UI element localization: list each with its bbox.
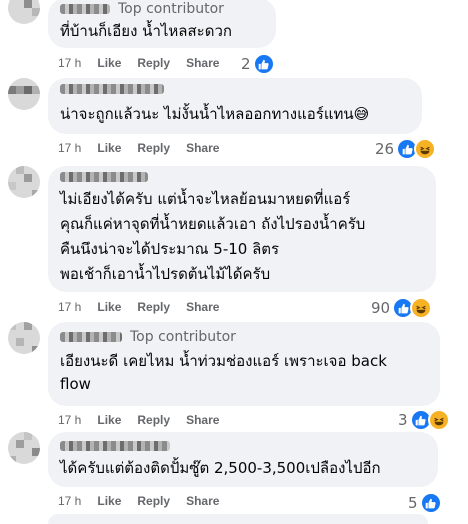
timestamp[interactable]: 17 h xyxy=(58,300,81,314)
author-name-redacted[interactable] xyxy=(60,4,110,14)
author-row xyxy=(60,168,148,186)
timestamp[interactable]: 17 h xyxy=(58,141,81,155)
next-comment-peek xyxy=(48,514,428,524)
like-icon xyxy=(419,492,442,514)
comment-text: ไม่เอียงได้ครับ แต่น้ำจะไหลย้อนมาหยดที่แ… xyxy=(60,190,366,283)
author-name-redacted[interactable] xyxy=(60,172,148,182)
comment-bubble: ได้ครับแต่ต้องติดปั้มซู๊ต 2,500-3,500เปล… xyxy=(48,432,438,487)
reaction-count: 2 xyxy=(241,55,251,73)
reply-button[interactable]: Reply xyxy=(137,494,170,508)
share-button[interactable]: Share xyxy=(186,56,219,70)
author-row: Top contributor xyxy=(60,0,224,18)
share-button[interactable]: Share xyxy=(186,494,219,508)
comment-actions: 17 h Like Reply Share xyxy=(58,54,235,72)
reply-button[interactable]: Reply xyxy=(137,56,170,70)
reaction-count: 5 xyxy=(408,494,418,512)
reply-button[interactable]: Reply xyxy=(137,300,170,314)
like-button[interactable]: Like xyxy=(97,494,121,508)
like-button[interactable]: Like xyxy=(97,141,121,155)
comment-actions: 17 h Like Reply Share xyxy=(58,492,235,510)
reply-button[interactable]: Reply xyxy=(137,413,170,427)
comment-bubble: ไม่เอียงได้ครับ แต่น้ำจะไหลย้อนมาหยดที่แ… xyxy=(48,166,436,292)
comment-text: ที่บ้านก็เอียง น้ำไหลสะดวก xyxy=(60,22,232,40)
comment-actions: 17 h Like Reply Share xyxy=(58,411,235,429)
like-button[interactable]: Like xyxy=(97,56,121,70)
share-button[interactable]: Share xyxy=(186,300,219,314)
avatar[interactable] xyxy=(8,0,40,24)
haha-icon xyxy=(414,138,437,160)
avatar[interactable] xyxy=(8,166,40,198)
author-row xyxy=(60,437,170,455)
share-button[interactable]: Share xyxy=(186,141,219,155)
comment-text: ได้ครับแต่ต้องติดปั้มซู๊ต 2,500-3,500เปล… xyxy=(60,459,381,477)
comment-actions: 17 h Like Reply Share xyxy=(58,298,235,316)
top-contributor-badge: Top contributor xyxy=(130,329,236,345)
top-contributor-badge: Top contributor xyxy=(118,1,224,17)
author-row: Top contributor xyxy=(60,328,236,346)
comment-bubble: Top contributor ที่บ้านก็เอียง น้ำไหลสะด… xyxy=(48,0,276,48)
author-name-redacted[interactable] xyxy=(60,441,170,451)
author-name-redacted[interactable] xyxy=(60,84,164,94)
reaction-summary[interactable]: 90 xyxy=(371,297,433,319)
comment-bubble: น่าจะถูกแล้วนะ ไม่งั้นน้ำไหลออกทางแอร์แท… xyxy=(48,78,422,134)
comment-text: เอียงนะดี เคยไหม น้ำท่วมช่องแอร์ เพราะเจ… xyxy=(60,352,387,393)
comment-bubble: Top contributor เอียงนะดี เคยไหม น้ำท่วม… xyxy=(48,322,440,406)
reaction-count: 90 xyxy=(371,299,391,317)
reaction-summary[interactable]: 2 xyxy=(241,53,275,75)
comment-actions: 17 h Like Reply Share xyxy=(58,139,235,157)
avatar[interactable] xyxy=(8,78,40,110)
comment-text: น่าจะถูกแล้วนะ ไม่งั้นน้ำไหลออกทางแอร์แท… xyxy=(60,105,370,123)
author-name-redacted[interactable] xyxy=(60,332,122,342)
avatar[interactable] xyxy=(8,432,40,464)
author-row xyxy=(60,80,164,98)
share-button[interactable]: Share xyxy=(186,413,219,427)
like-button[interactable]: Like xyxy=(97,413,121,427)
timestamp[interactable]: 17 h xyxy=(58,413,81,427)
haha-icon xyxy=(427,409,450,431)
haha-icon xyxy=(410,297,433,319)
avatar[interactable] xyxy=(8,322,40,354)
like-button[interactable]: Like xyxy=(97,300,121,314)
timestamp[interactable]: 17 h xyxy=(58,56,81,70)
reaction-count: 3 xyxy=(398,411,408,429)
reaction-count: 26 xyxy=(375,140,395,158)
reply-button[interactable]: Reply xyxy=(137,141,170,155)
reaction-summary[interactable]: 26 xyxy=(375,138,437,160)
reaction-summary[interactable]: 5 xyxy=(408,492,442,514)
reaction-summary[interactable]: 3 xyxy=(398,409,450,431)
timestamp[interactable]: 17 h xyxy=(58,494,81,508)
like-icon xyxy=(252,53,275,75)
